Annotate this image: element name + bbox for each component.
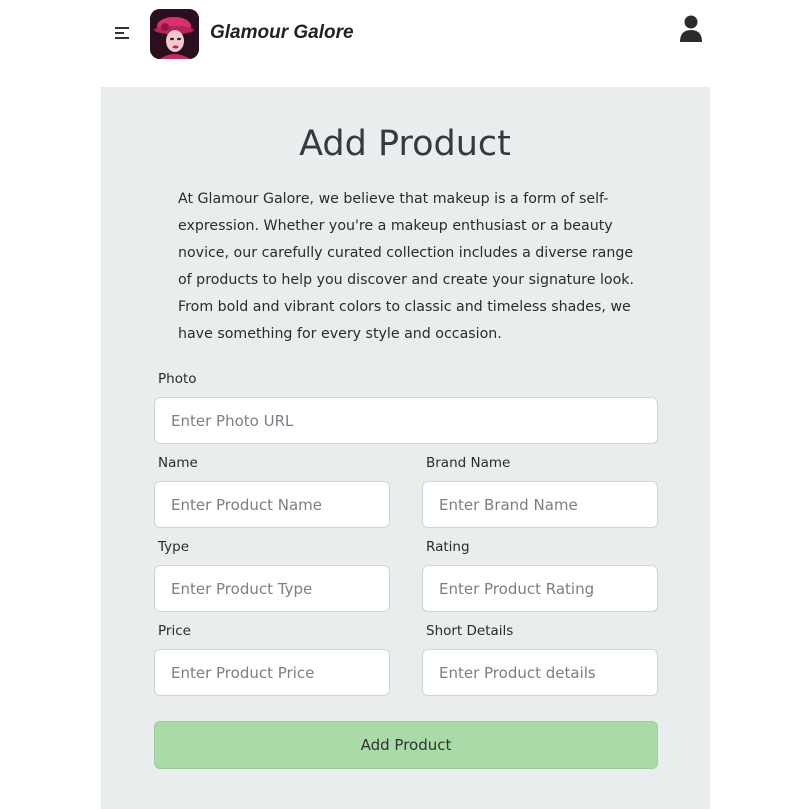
brand-name[interactable]: Glamour Galore xyxy=(210,22,354,44)
brand-logo[interactable] xyxy=(150,9,199,59)
hamburger-icon[interactable] xyxy=(113,24,133,42)
name-label: Name xyxy=(158,455,198,471)
brand-name-label: Brand Name xyxy=(426,455,511,471)
navbar: Glamour Galore xyxy=(0,0,796,87)
short-details-label: Short Details xyxy=(426,623,514,639)
photo-url-input[interactable] xyxy=(154,397,658,444)
short-details-input[interactable] xyxy=(422,649,658,696)
price-label: Price xyxy=(158,623,191,639)
product-name-input[interactable] xyxy=(154,481,390,528)
user-icon[interactable] xyxy=(678,14,704,44)
product-price-input[interactable] xyxy=(154,649,390,696)
photo-label: Photo xyxy=(158,371,197,387)
brand-name-input[interactable] xyxy=(422,481,658,528)
rating-label: Rating xyxy=(426,539,470,555)
page-title: Add Product xyxy=(299,124,511,164)
page-description: At Glamour Galore, we believe that makeu… xyxy=(178,191,634,342)
add-product-button[interactable]: Add Product xyxy=(154,721,658,769)
product-type-input[interactable] xyxy=(154,565,390,612)
type-label: Type xyxy=(158,539,190,555)
product-rating-input[interactable] xyxy=(422,565,658,612)
